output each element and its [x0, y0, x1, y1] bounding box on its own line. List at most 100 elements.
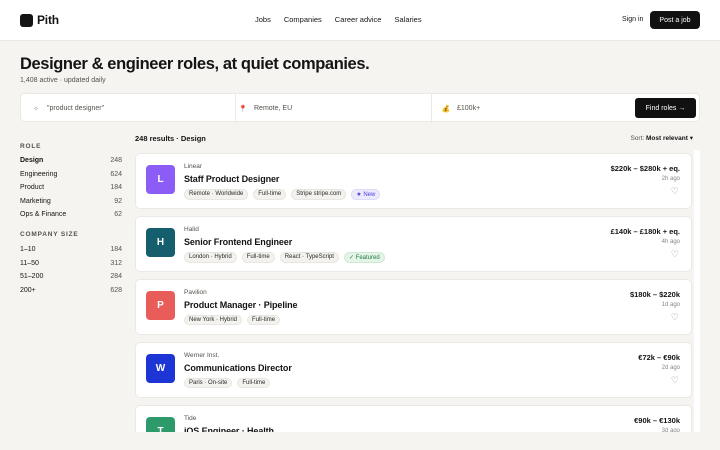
role-filter-row[interactable]: Marketing 92 — [20, 198, 122, 205]
new-badge: ★ New — [351, 189, 381, 200]
company-avatar: P — [146, 291, 175, 320]
job-card[interactable]: W Werner Inst. Communications Director Pari… — [135, 342, 692, 398]
company-avatar: T — [146, 417, 175, 432]
page-subtitle: 1,408 active · updated daily — [20, 77, 106, 84]
role-filter-count: 92 — [114, 197, 122, 205]
sort-control[interactable]: Sort: Most relevant ▾ — [630, 134, 693, 142]
salary-value: £100k+ — [457, 105, 481, 112]
posted-age: 1d ago — [661, 302, 680, 308]
company-name: Halid — [184, 226, 199, 233]
size-filter-count: 284 — [110, 273, 122, 280]
job-list: L Linear Staff Product Designer Remote · Wo… — [135, 150, 695, 432]
location-field[interactable]: 📍 Remote, EU — [235, 94, 431, 123]
role-filter-row[interactable]: Design 248 — [20, 157, 122, 164]
job-tag: Full-time — [237, 378, 271, 388]
search-bar: ✧ "product designer" 📍 Remote, EU 💰 £100… — [20, 93, 700, 123]
nav-career-advice[interactable]: Career advice — [335, 15, 382, 24]
role-filter-row[interactable]: Ops & Finance 62 — [20, 211, 122, 218]
role-filter-label: Product — [20, 184, 45, 191]
save-heart-icon[interactable]: ♡ — [671, 375, 679, 386]
salary-range: €90k – €130k — [634, 416, 680, 425]
role-filter-label: Marketing — [20, 197, 51, 205]
job-title[interactable]: iOS Engineer · Health — [184, 426, 274, 432]
results-summary: 248 results · Design — [135, 134, 206, 143]
job-card[interactable]: H Halid Senior Frontend Engineer London · H… — [135, 216, 692, 272]
job-title[interactable]: Product Manager · Pipeline — [184, 300, 298, 310]
brand-logo[interactable]: Pith — [20, 13, 59, 27]
job-title[interactable]: Communications Director — [184, 363, 292, 373]
company-name: Linear — [184, 163, 203, 170]
company-avatar: H — [146, 228, 175, 257]
main-nav: Jobs Companies Career advice Salaries — [255, 15, 435, 24]
size-filter-row[interactable]: 11–50 312 — [20, 260, 122, 267]
top-nav-bar: Pith Jobs Companies Career advice Salari… — [0, 0, 720, 41]
nav-jobs[interactable]: Jobs — [255, 15, 271, 24]
location-value: Remote, EU — [254, 105, 293, 112]
company-name: Werner Inst. — [184, 352, 220, 359]
role-filter-heading: ROLE — [20, 143, 42, 150]
save-heart-icon[interactable]: ♡ — [671, 312, 679, 323]
size-filter-row[interactable]: 51–200 284 — [20, 273, 122, 280]
job-tags: Remote · Worldwide Full-time Stripe stripe… — [184, 189, 385, 200]
job-tag: Stripe stripe.com — [291, 189, 347, 200]
sort-label: Sort: — [630, 135, 645, 142]
job-card[interactable]: L Linear Staff Product Designer Remote · Wo… — [135, 153, 692, 209]
role-filter-row[interactable]: Product 184 — [20, 184, 122, 191]
role-filter-label: Engineering — [20, 170, 58, 178]
keyword-field[interactable]: ✧ "product designer" — [31, 94, 231, 123]
save-heart-icon[interactable]: ♡ — [671, 186, 679, 197]
find-roles-button[interactable]: Find roles → — [635, 98, 696, 118]
nav-companies[interactable]: Companies — [284, 15, 322, 24]
brand-name: Pith — [37, 13, 59, 27]
salary-field[interactable]: 💰 £100k+ — [431, 94, 631, 123]
role-filter-label: Design — [20, 157, 44, 164]
job-tags: London · Hybrid Full-time React · TypeScri… — [184, 252, 390, 263]
job-tag: New York · Hybrid — [184, 315, 243, 325]
job-card[interactable]: P Pavilion Product Manager · Pipeline New Y… — [135, 279, 692, 335]
role-filter-label: Ops & Finance — [20, 211, 67, 218]
job-tag: Full-time — [253, 189, 287, 200]
post-job-button[interactable]: Post a job — [650, 11, 700, 29]
job-tag: London · Hybrid — [184, 252, 237, 263]
size-filter-count: 312 — [110, 259, 122, 267]
scrollbar[interactable] — [694, 150, 700, 432]
role-filter-count: 624 — [110, 170, 122, 178]
job-tags: Paris · On-site Full-time — [184, 378, 275, 388]
money-bag-icon: 💰 — [441, 105, 451, 113]
size-filter-label: 1–10 — [20, 246, 36, 253]
role-filter-count: 248 — [110, 157, 122, 164]
company-avatar: L — [146, 165, 175, 194]
role-filter-row[interactable]: Engineering 624 — [20, 171, 122, 178]
role-filter-count: 62 — [114, 211, 122, 218]
job-card[interactable]: TTideiOS Engineer · HealthRemote · EUFul… — [135, 405, 692, 432]
salary-range: $180k – $220k — [629, 290, 680, 299]
save-heart-icon[interactable]: ♡ — [671, 249, 679, 260]
posted-age: 2d ago — [661, 365, 680, 371]
salary-range: €72k – €90k — [638, 353, 680, 362]
nav-salaries[interactable]: Salaries — [394, 15, 421, 24]
size-filter-row[interactable]: 200+ 628 — [20, 287, 122, 294]
salary-range: $220k – $280k + eq. — [610, 164, 680, 173]
sparkle-icon: ✧ — [33, 105, 39, 113]
posted-age: 3d ago — [661, 428, 680, 432]
size-filter-count: 184 — [110, 246, 122, 253]
size-filter-label: 200+ — [20, 286, 36, 294]
size-filter-count: 628 — [110, 286, 122, 294]
role-filter-count: 184 — [110, 184, 122, 191]
job-title[interactable]: Staff Product Designer — [184, 174, 279, 184]
size-filter-row[interactable]: 1–10 184 — [20, 246, 122, 253]
company-avatar: W — [146, 354, 175, 383]
sign-in-link[interactable]: Sign in — [622, 16, 643, 23]
posted-age: 4h ago — [661, 239, 680, 245]
job-tag: React · TypeScript — [279, 252, 339, 263]
job-title[interactable]: Senior Frontend Engineer — [184, 237, 292, 247]
posted-age: 2h ago — [661, 176, 680, 182]
job-tag: Full-time — [241, 252, 275, 263]
size-filter-label: 11–50 — [20, 259, 39, 267]
company-size-heading: COMPANY SIZE — [20, 231, 79, 238]
featured-badge: ✓ Featured — [343, 252, 385, 263]
logo-mark-icon — [20, 13, 33, 27]
keyword-value: "product designer" — [47, 105, 105, 112]
company-name: Tide — [184, 415, 197, 422]
sort-value[interactable]: Most relevant ▾ — [646, 135, 693, 142]
